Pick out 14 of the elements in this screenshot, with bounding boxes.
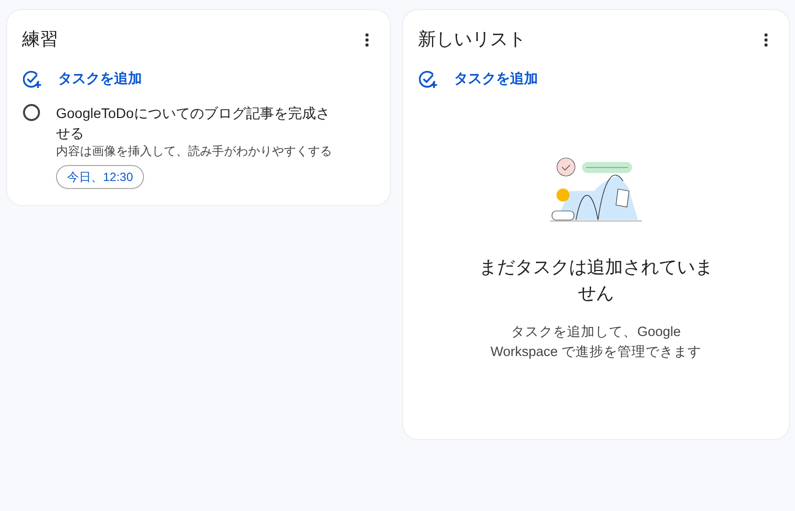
task-checkbox[interactable]: [23, 104, 40, 121]
more-options-icon[interactable]: [764, 32, 768, 46]
empty-state-heading: まだタスクは追加されていません: [478, 256, 714, 305]
list-title: 新しいリスト: [418, 28, 526, 51]
add-task-icon: [419, 70, 438, 88]
task-notes: 内容は画像を挿入して、読み手がわかりやすくする: [56, 143, 333, 159]
list-title: 練習: [22, 28, 58, 51]
add-task-button[interactable]: タスクを追加: [419, 68, 538, 89]
empty-state-description: タスクを追加して、Google Workspace で進捗を管理できます: [489, 323, 703, 361]
add-task-button[interactable]: タスクを追加: [23, 68, 142, 89]
more-options-icon[interactable]: [365, 32, 369, 46]
task-title: GoogleToDoについてのブログ記事を完成させる: [56, 104, 331, 143]
add-task-icon: [23, 70, 42, 88]
due-date-chip[interactable]: 今日、12:30: [56, 165, 144, 189]
